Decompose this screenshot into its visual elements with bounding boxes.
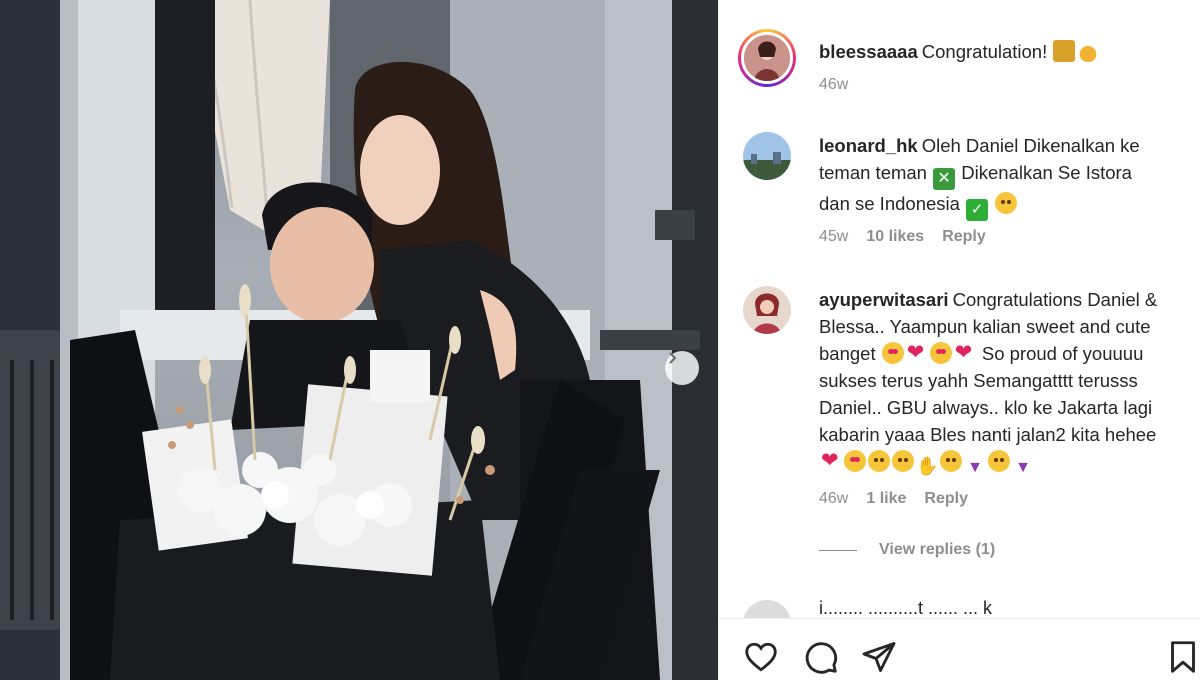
comment-body: Congratulation!	[921, 41, 1048, 62]
heart-icon	[745, 642, 777, 672]
heart-eyes-emoji-icon	[844, 450, 866, 472]
photo-illustration	[0, 0, 718, 680]
comments-list: bleessaaaa Congratulation! 46w leonard_hk…	[719, 0, 1200, 618]
comment-item: leonard_hk Oleh Daniel Dikenalkan ke tema…	[743, 132, 1193, 252]
comment-body-line: teman teman	[819, 162, 927, 183]
comment-meta: 45w 10 likes Reply	[819, 228, 986, 246]
share-button[interactable]	[861, 639, 897, 675]
avatar-image	[743, 286, 791, 334]
smiling-hearts-emoji-icon	[868, 450, 890, 472]
post-actions-bar	[719, 618, 1200, 680]
view-replies-button[interactable]: View replies (1)	[819, 541, 995, 559]
comment-text: leonard_hk Oleh Daniel Dikenalkan ke tema…	[819, 132, 1187, 221]
comment-body-line: Congratulations Daniel &	[952, 289, 1158, 310]
save-button[interactable]	[1165, 639, 1200, 675]
red-heart-emoji-icon	[906, 339, 928, 366]
post-photo	[0, 0, 718, 680]
comment-text: ayuperwitasari Congratulations Daniel & B…	[819, 286, 1187, 479]
comment-item: ayuperwitasari Congratulations Daniel & B…	[743, 286, 1193, 516]
comment-body-line: So proud of youuuu	[981, 343, 1144, 364]
comment-body-line: sukses terus yahh Semangatttt terusss	[819, 370, 1138, 391]
folded-hands-emoji-icon: ✋	[916, 456, 939, 476]
party-popper-emoji-icon: ▼	[967, 459, 983, 476]
comment-body-line: banget	[819, 343, 876, 364]
carousel-next-button[interactable]	[665, 351, 699, 385]
comment-body-line: Dikenalkan Se Istora	[961, 162, 1132, 183]
smiling-halo-emoji-icon	[892, 450, 914, 472]
comment-meta: 46w 1 like Reply	[819, 490, 968, 508]
medal-emoji-icon	[1077, 40, 1100, 62]
avatar[interactable]	[738, 29, 796, 87]
comment-text: bleessaaaa Congratulation!	[819, 38, 1187, 65]
comment-likes[interactable]: 10 likes	[866, 228, 924, 246]
red-heart-emoji-icon	[954, 339, 976, 366]
laughing-emoji-icon	[995, 192, 1018, 214]
party-popper-emoji-icon: ▼	[1015, 459, 1031, 476]
check-mark-emoji-icon: ✓	[966, 199, 989, 221]
heart-eyes-emoji-icon	[929, 342, 952, 364]
avatar[interactable]	[743, 132, 791, 180]
comment-time[interactable]: 45w	[819, 228, 848, 246]
party-face-emoji-icon	[988, 450, 1010, 472]
reply-button[interactable]: Reply	[942, 228, 986, 246]
comment-button[interactable]	[803, 639, 839, 675]
party-face-emoji-icon	[940, 450, 962, 472]
comment-username[interactable]: ayuperwitasari	[819, 289, 949, 310]
avatar-image	[744, 35, 790, 81]
cross-mark-emoji-icon: ✕	[933, 168, 956, 190]
comment-username[interactable]: leonard_hk	[819, 135, 918, 156]
comment-icon	[805, 642, 838, 674]
trophy-emoji-icon	[1053, 40, 1076, 62]
view-replies-label: View replies (1)	[879, 541, 996, 558]
send-icon	[862, 642, 896, 672]
bookmark-icon	[1171, 641, 1195, 673]
comment-likes[interactable]: 1 like	[866, 490, 906, 508]
avatar[interactable]	[743, 286, 791, 334]
avatar[interactable]	[743, 600, 791, 618]
comment-body-line: kabarin yaaa Bles nanti jalan2 kita hehe…	[819, 424, 1157, 445]
chevron-right-icon	[669, 352, 677, 364]
comment-body-line: Oleh Daniel Dikenalkan ke	[921, 135, 1140, 156]
comment-meta: 46w	[819, 76, 848, 94]
avatar-image	[743, 132, 791, 180]
like-button[interactable]	[743, 639, 779, 675]
comment-body-line: Daniel.. GBU always.. klo ke Jakarta lag…	[819, 397, 1153, 418]
comment-body-line: dan se Indonesia	[819, 193, 960, 214]
view-replies-line	[819, 549, 857, 551]
comment-time[interactable]: 46w	[819, 490, 848, 508]
reply-button[interactable]: Reply	[924, 490, 968, 508]
comment-time[interactable]: 46w	[819, 76, 848, 94]
red-heart-emoji-icon	[820, 447, 842, 474]
comment-partial-text: i........ ..........t ...... ... k	[819, 598, 993, 618]
comment-username[interactable]: bleessaaaa	[819, 41, 918, 62]
comment-item: bleessaaaa Congratulation! 46w	[738, 29, 1193, 104]
comments-panel: bleessaaaa Congratulation! 46w leonard_hk…	[718, 0, 1200, 680]
comment-body-line: Blessa.. Yaampun kalian sweet and cute	[819, 316, 1151, 337]
heart-eyes-emoji-icon	[881, 342, 904, 364]
